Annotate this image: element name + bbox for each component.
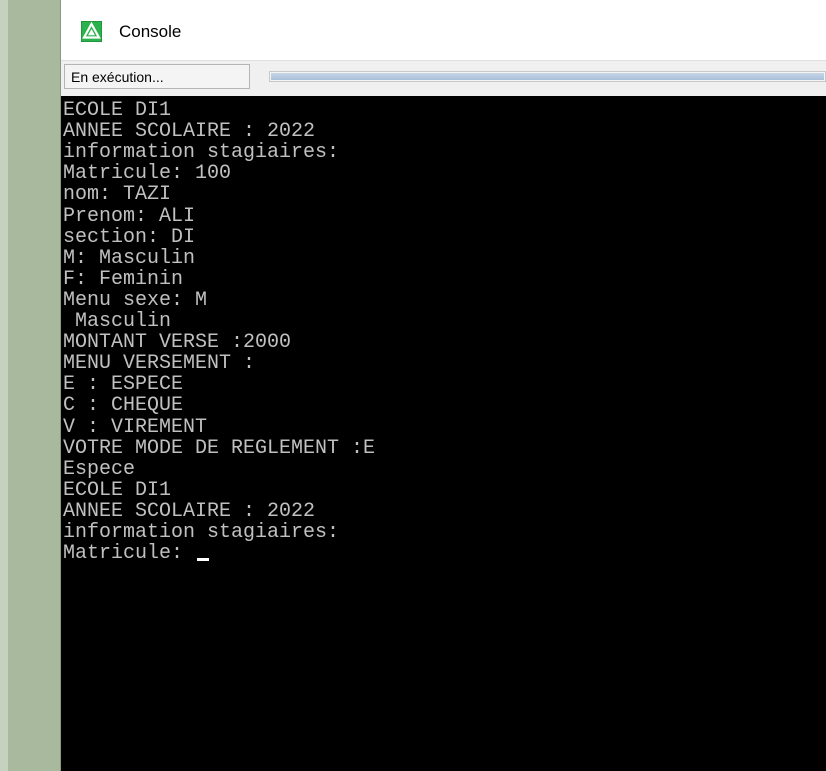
console-line: Prenom: ALI: [63, 204, 196, 228]
console-line: M: Masculin: [63, 246, 196, 270]
window-titlebar[interactable]: Console: [61, 0, 826, 60]
desktop-left-strip: [0, 0, 61, 771]
console-line: Espece: [63, 457, 136, 481]
console-window[interactable]: Console En exécution... ECOLE DI1 ANNEE …: [61, 0, 826, 771]
window-title: Console: [119, 22, 182, 41]
console-line: F: Feminin: [63, 267, 184, 291]
console-line: ECOLE DI1: [63, 478, 172, 502]
text-cursor: [197, 558, 210, 562]
console-line: MENU VERSEMENT :: [63, 352, 256, 376]
desktop-left-strip-shade: [0, 0, 8, 771]
console-line: V : VIREMENT: [63, 415, 208, 439]
status-panel: En exécution...: [64, 64, 250, 89]
console-prompt-text: Matricule:: [63, 542, 196, 566]
console-line: ANNEE SCOLAIRE : 2022: [63, 120, 316, 144]
screen: Console En exécution... ECOLE DI1 ANNEE …: [0, 0, 826, 771]
console-line: Masculin: [63, 310, 172, 333]
console-output[interactable]: ECOLE DI1 ANNEE SCOLAIRE : 2022 informat…: [61, 96, 826, 771]
console-line: Menu sexe: M: [63, 288, 208, 312]
progress-bar: [269, 71, 826, 82]
console-line: Matricule: 100: [63, 162, 232, 186]
console-line: VOTRE MODE DE REGLEMENT :E: [63, 436, 376, 460]
console-line: nom: TAZI: [63, 183, 172, 207]
console-line: section: DI: [63, 225, 196, 249]
status-bar: En exécution...: [61, 60, 826, 94]
console-line: information stagiaires:: [63, 141, 340, 165]
console-line: MONTANT VERSE :2000: [63, 331, 292, 355]
console-prompt-line[interactable]: Matricule:: [63, 542, 210, 566]
console-line: ECOLE DI1: [63, 99, 172, 122]
recycle-triangle-icon: [81, 21, 102, 42]
console-line: ANNEE SCOLAIRE : 2022: [63, 499, 316, 523]
console-line: information stagiaires:: [63, 521, 340, 544]
console-line: E : ESPECE: [63, 373, 184, 397]
progress-fill: [271, 73, 824, 80]
status-text: En exécution...: [71, 69, 164, 85]
console-line: C : CHEQUE: [63, 394, 184, 418]
